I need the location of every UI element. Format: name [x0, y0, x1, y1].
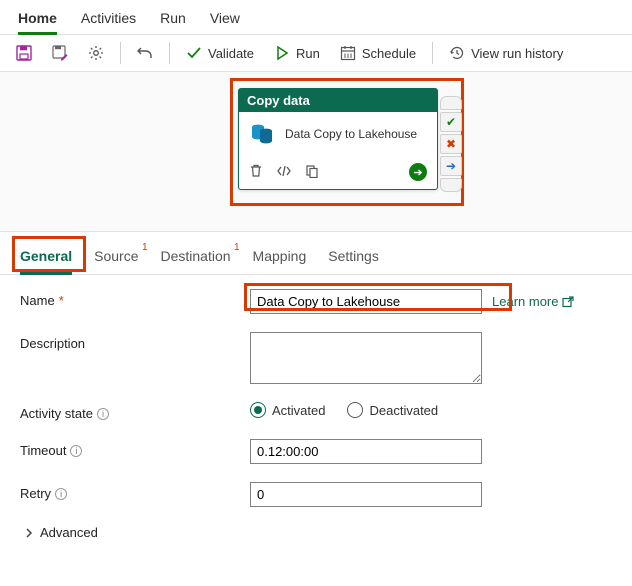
tab-general[interactable]: General: [20, 244, 72, 274]
pipeline-canvas[interactable]: Copy data Data Copy to Lakehouse ➔ ✔ ✖ ➔: [0, 72, 632, 232]
error-badge: 1: [234, 242, 240, 253]
radio-dot-icon: [250, 402, 266, 418]
radio-dot-icon: [347, 402, 363, 418]
activity-node-copy-data[interactable]: Copy data Data Copy to Lakehouse ➔: [238, 88, 438, 190]
info-icon[interactable]: i: [55, 488, 67, 500]
tab-home[interactable]: Home: [18, 4, 57, 34]
connector-success[interactable]: ✔: [440, 112, 462, 132]
node-title: Data Copy to Lakehouse: [285, 127, 417, 142]
activity-state-label: Activity state i: [20, 402, 250, 421]
node-body: Data Copy to Lakehouse: [239, 112, 437, 157]
advanced-toggle[interactable]: Advanced: [20, 525, 612, 540]
learn-more-link[interactable]: Learn more: [492, 294, 574, 309]
history-icon: [449, 45, 465, 61]
gear-icon: [88, 45, 104, 61]
save-icon: [16, 45, 32, 61]
validate-button[interactable]: Validate: [180, 41, 260, 65]
radio-activated[interactable]: Activated: [250, 402, 325, 418]
calendar-icon: [340, 45, 356, 61]
connector-bottom[interactable]: [440, 178, 462, 192]
toolbar-separator: [169, 42, 170, 64]
node-connectors: ✔ ✖ ➔: [440, 96, 462, 192]
history-label: View run history: [471, 46, 563, 61]
radio-deactivated-label: Deactivated: [369, 403, 438, 418]
tab-destination-label: Destination: [161, 248, 231, 264]
properties-tabs: General Source1 Destination1 Mapping Set…: [0, 232, 632, 275]
tab-mapping[interactable]: Mapping: [253, 244, 307, 274]
tab-source-label: Source: [94, 248, 138, 264]
play-icon: [274, 45, 290, 61]
schedule-button[interactable]: Schedule: [334, 41, 422, 65]
toolbar: Validate Run Schedule View run history: [0, 35, 632, 72]
toolbar-separator: [432, 42, 433, 64]
save-edit-icon: [52, 45, 68, 61]
timeout-input[interactable]: [250, 439, 482, 464]
required-indicator: *: [59, 293, 64, 308]
run-button[interactable]: Run: [268, 41, 326, 65]
save-button[interactable]: [10, 41, 38, 65]
advanced-label: Advanced: [40, 525, 98, 540]
timeout-label: Timeout i: [20, 439, 250, 458]
retry-label: Retry i: [20, 482, 250, 501]
name-label: Name *: [20, 289, 250, 308]
connector-top[interactable]: [440, 96, 462, 110]
undo-button[interactable]: [131, 41, 159, 65]
tab-source[interactable]: Source1: [94, 244, 138, 274]
toolbar-separator: [120, 42, 121, 64]
chevron-right-icon: [24, 528, 34, 538]
node-footer: ➔: [239, 157, 437, 189]
connector-fail[interactable]: ✖: [440, 134, 462, 154]
run-label: Run: [296, 46, 320, 61]
retry-input[interactable]: [250, 482, 482, 507]
history-button[interactable]: View run history: [443, 41, 569, 65]
validate-label: Validate: [208, 46, 254, 61]
tab-run[interactable]: Run: [160, 4, 186, 34]
tab-destination[interactable]: Destination1: [161, 244, 231, 274]
database-icon: [249, 120, 275, 149]
radio-deactivated[interactable]: Deactivated: [347, 402, 438, 418]
name-input[interactable]: [250, 289, 482, 314]
run-node-button[interactable]: ➔: [409, 163, 427, 181]
connector-completion[interactable]: ➔: [440, 156, 462, 176]
info-icon[interactable]: i: [70, 445, 82, 457]
delete-icon[interactable]: [249, 164, 263, 181]
tab-activities[interactable]: Activities: [81, 4, 136, 34]
error-badge: 1: [142, 242, 148, 253]
info-icon[interactable]: i: [97, 408, 109, 420]
copy-icon[interactable]: [305, 164, 319, 181]
external-link-icon: [562, 296, 574, 308]
save-as-button[interactable]: [46, 41, 74, 65]
tab-view[interactable]: View: [210, 4, 240, 34]
description-label: Description: [20, 332, 250, 351]
check-icon: [186, 45, 202, 61]
ribbon-tabs: Home Activities Run View: [0, 0, 632, 35]
node-header: Copy data: [239, 89, 437, 112]
description-input[interactable]: [250, 332, 482, 384]
general-form: Name * Learn more Description Activity s…: [0, 275, 632, 550]
undo-icon: [137, 45, 153, 61]
code-icon[interactable]: [277, 164, 291, 181]
tab-settings[interactable]: Settings: [328, 244, 379, 274]
settings-button[interactable]: [82, 41, 110, 65]
radio-activated-label: Activated: [272, 403, 325, 418]
schedule-label: Schedule: [362, 46, 416, 61]
